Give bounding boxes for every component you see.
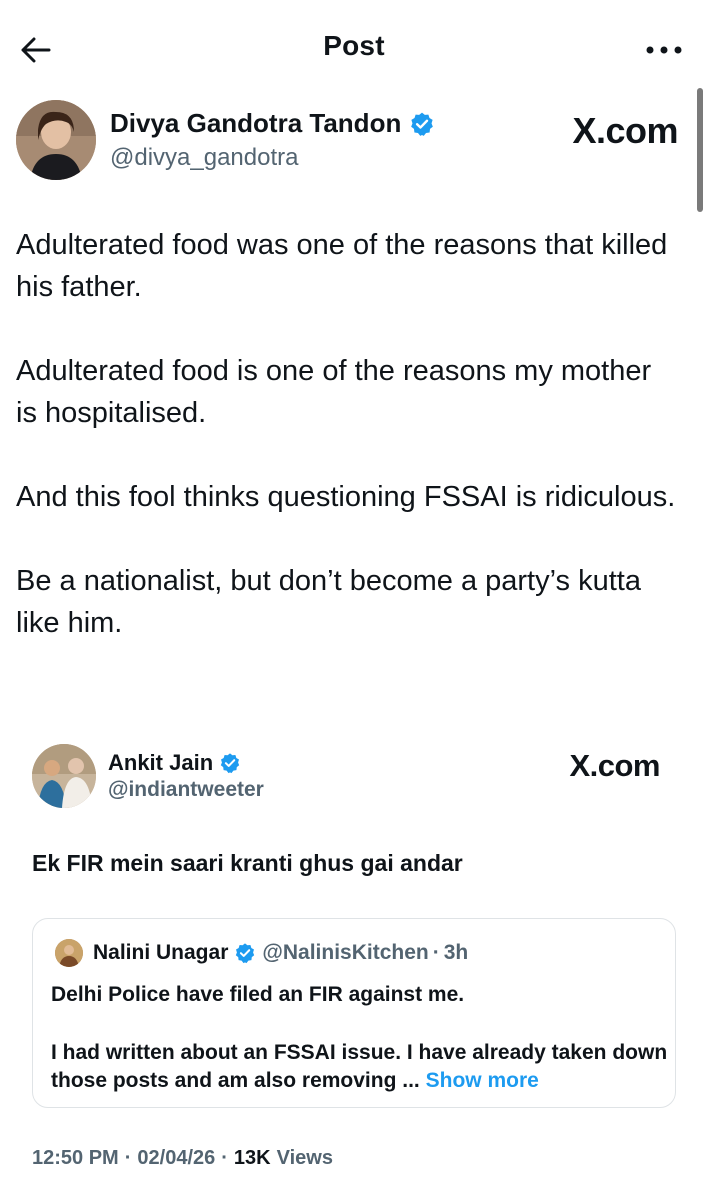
x-logo-watermark: X.com (572, 110, 678, 151)
separator-dot: · (124, 1147, 132, 1169)
page-title: Post (323, 30, 385, 61)
separator-dot: · (221, 1147, 228, 1169)
post-time[interactable]: 12:50 PM (32, 1147, 119, 1170)
avatar[interactable] (16, 100, 96, 180)
post-paragraph: Adulterated food was one of the reasons … (16, 229, 668, 303)
nested-post-text-continued: I had written about an FSSAI issue. I ha… (51, 1039, 671, 1095)
verified-badge-icon (236, 943, 255, 964)
post-date[interactable]: 02/04/26 (137, 1147, 215, 1170)
quoted-author-name[interactable]: Ankit Jain (108, 750, 213, 776)
more-horizontal-icon (646, 46, 682, 54)
profile-photo (55, 939, 83, 967)
nested-avatar[interactable] (55, 939, 83, 967)
author-name[interactable]: Divya Gandotra Tandon (110, 108, 401, 139)
post-paragraph: Adulterated food is one of the reasons m… (16, 355, 652, 429)
post-paragraph: And this fool thinks questioning FSSAI i… (16, 481, 676, 513)
more-button[interactable] (642, 30, 686, 70)
nested-header: Nalini Unagar @NalinisKitchen · 3h (93, 941, 468, 965)
quoted-name-row: Ankit Jain (108, 750, 241, 776)
post-paragraph: Be a nationalist, but don’t become a par… (16, 565, 641, 639)
top-bar: Post (0, 0, 708, 96)
author-handle[interactable]: @divya_gandotra (110, 144, 298, 172)
post-text: Adulterated food was one of the reasons … (16, 224, 676, 686)
x-logo-watermark: X.com (569, 748, 660, 783)
post-page: Post Divya Gandotra Tandon @divya_gandot… (0, 0, 708, 1200)
nested-post-text: Delhi Police have filed an FIR against m… (51, 983, 465, 1006)
quoted-author-handle[interactable]: @indiantweeter (108, 778, 264, 802)
quoted-post-text: Ek FIR mein saari kranti ghus gai andar (32, 850, 463, 876)
profile-photo (16, 100, 96, 180)
views-label: Views (276, 1147, 333, 1169)
verified-badge-icon (411, 112, 434, 136)
nested-author-handle[interactable]: @NalinisKitchen (262, 941, 428, 965)
nested-timestamp[interactable]: 3h (444, 941, 469, 965)
nested-quote-card[interactable]: Nalini Unagar @NalinisKitchen · 3h Delhi… (32, 918, 676, 1108)
profile-photo (32, 744, 96, 808)
quoted-avatar[interactable] (32, 744, 96, 808)
author-name-row: Divya Gandotra Tandon (110, 108, 435, 139)
views-count[interactable]: 13K (234, 1147, 271, 1170)
verified-badge-icon (220, 753, 240, 774)
separator-dot: · (432, 941, 440, 964)
show-more-link[interactable]: Show more (426, 1069, 539, 1092)
scrollbar[interactable] (697, 88, 703, 212)
post-meta: 12:50 PM · 02/04/26 · 13K Views (32, 1147, 333, 1170)
nested-post-text-body: I had written about an FSSAI issue. I ha… (51, 1041, 668, 1092)
nested-author-name[interactable]: Nalini Unagar (93, 941, 228, 965)
